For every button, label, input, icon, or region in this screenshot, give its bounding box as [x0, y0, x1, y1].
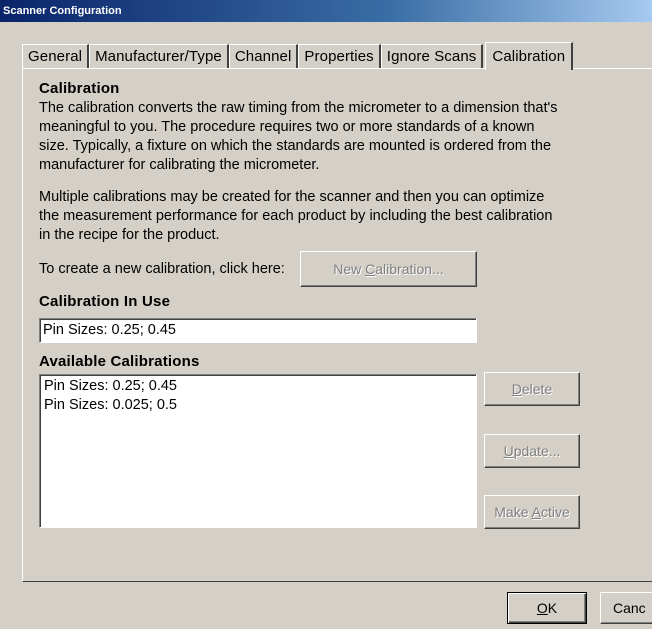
dialog-body: General Manufacturer/Type Channel Proper…	[0, 22, 652, 629]
update-accelerator: U	[503, 443, 514, 459]
tab-strip: General Manufacturer/Type Channel Proper…	[22, 42, 574, 70]
tab-channel[interactable]: Channel	[228, 44, 299, 68]
make-active-accelerator: A	[531, 504, 541, 520]
ok-accelerator: O	[536, 600, 548, 616]
tab-properties[interactable]: Properties	[298, 44, 381, 68]
ok-label-post: K	[547, 600, 558, 616]
make-active-label-post: ctive	[540, 504, 570, 520]
make-active-button[interactable]: Make Active	[484, 495, 580, 529]
title-bar[interactable]: Scanner Configuration	[0, 0, 652, 22]
delete-label-post: elete	[521, 381, 553, 397]
list-item[interactable]: Pin Sizes: 0.025; 0.5	[44, 396, 472, 415]
calibration-in-use-field[interactable]: Pin Sizes: 0.25; 0.45	[39, 318, 477, 343]
new-calibration-label-post: alibration...	[375, 261, 444, 277]
available-calibrations-list[interactable]: Pin Sizes: 0.25; 0.45 Pin Sizes: 0.025; …	[39, 374, 477, 528]
cancel-label: Canc	[613, 600, 646, 616]
new-calibration-button[interactable]: New Calibration...	[300, 251, 477, 287]
tab-manufacturer-type[interactable]: Manufacturer/Type	[89, 44, 229, 68]
calibration-description: The calibration converts the raw timing …	[39, 100, 558, 173]
calibration-in-use-heading: Calibration In Use	[39, 293, 171, 310]
new-calibration-accelerator: C	[365, 261, 376, 277]
multiple-calibrations-description: Multiple calibrations may be created for…	[39, 189, 553, 243]
update-button[interactable]: Update...	[484, 434, 580, 468]
make-active-label-pre: Make	[494, 504, 532, 520]
update-label-post: pdate...	[513, 443, 561, 459]
window-title: Scanner Configuration	[3, 5, 122, 17]
tab-general[interactable]: General	[22, 44, 90, 68]
tab-ignore-scans[interactable]: Ignore Scans	[380, 44, 484, 68]
tab-calibration[interactable]: Calibration	[485, 42, 574, 70]
ok-button[interactable]: OK	[507, 592, 587, 624]
new-calibration-label-pre: New	[333, 261, 366, 277]
cancel-button[interactable]: Canc	[600, 592, 652, 624]
delete-button[interactable]: Delete	[484, 372, 580, 406]
list-item[interactable]: Pin Sizes: 0.25; 0.45	[44, 377, 472, 396]
available-calibrations-heading: Available Calibrations	[39, 353, 200, 370]
create-calibration-label: To create a new calibration, click here:	[39, 261, 285, 277]
calibration-heading: Calibration	[39, 80, 120, 97]
delete-accelerator: D	[511, 381, 522, 397]
